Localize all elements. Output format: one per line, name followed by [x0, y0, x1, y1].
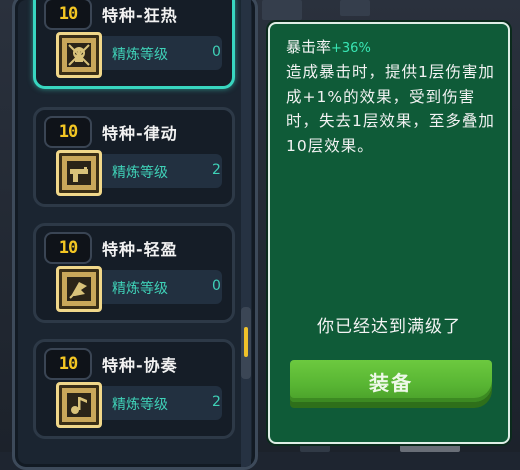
- attribute-bonus: +36%: [331, 41, 371, 56]
- chip-description: 造成暴击时，提供1层伤害加成+1%的效果，受到伤害时，失去1层效果，至多叠加10…: [286, 63, 495, 155]
- chip-card-frenzy[interactable]: 10 特种-狂热 精炼等级 0: [33, 0, 235, 89]
- chip-name: 特种-轻盈: [102, 240, 178, 259]
- scene-prop: [262, 0, 302, 20]
- music-chip-icon: [56, 382, 102, 428]
- equip-button[interactable]: 装备: [290, 360, 492, 402]
- refine-label: 精炼等级: [112, 397, 168, 413]
- scrollbar-thumb[interactable]: [241, 307, 251, 379]
- chip-name: 特种-协奏: [102, 356, 178, 375]
- chip-card-concerto[interactable]: 10 特种-协奏 精炼等级 2: [33, 339, 235, 439]
- level-badge: 10: [44, 232, 92, 264]
- gun-chip-icon: [56, 150, 102, 196]
- chip-detail-panel: 暴击率+36% 造成暴击时，提供1层伤害加成+1%的效果，受到伤害时，失去1层效…: [268, 22, 510, 444]
- list-scrollbar[interactable]: [241, 0, 251, 467]
- attribute-label: 暴击率: [286, 38, 332, 56]
- refine-value: 0: [212, 44, 221, 60]
- level-badge: 10: [44, 0, 92, 30]
- chip-card-rhythm[interactable]: 10 特种-律动 精炼等级 2: [33, 107, 235, 207]
- scene-prop: [340, 0, 370, 16]
- chip-name: 特种-律动: [102, 124, 178, 143]
- refine-label: 精炼等级: [112, 165, 168, 181]
- refine-value: 2: [212, 394, 221, 410]
- feather-chip-icon: [56, 266, 102, 312]
- max-level-message: 你已经达到满级了: [317, 317, 461, 337]
- level-badge: 10: [44, 116, 92, 148]
- refine-label: 精炼等级: [112, 281, 168, 297]
- chip-list-panel: 10 特种-狂热 精炼等级 0 10 特种-律动 精炼等级 2 10 特种-轻盈…: [12, 0, 258, 470]
- level-badge: 10: [44, 348, 92, 380]
- refine-value: 2: [212, 162, 221, 178]
- refine-value: 0: [212, 278, 221, 294]
- chip-name: 特种-狂热: [102, 6, 178, 25]
- refine-label: 精炼等级: [112, 47, 168, 63]
- chip-card-agile[interactable]: 10 特种-轻盈 精炼等级 0: [33, 223, 235, 323]
- attribute-line: 暴击率+36%: [286, 36, 371, 57]
- skull-chip-icon: [56, 32, 102, 78]
